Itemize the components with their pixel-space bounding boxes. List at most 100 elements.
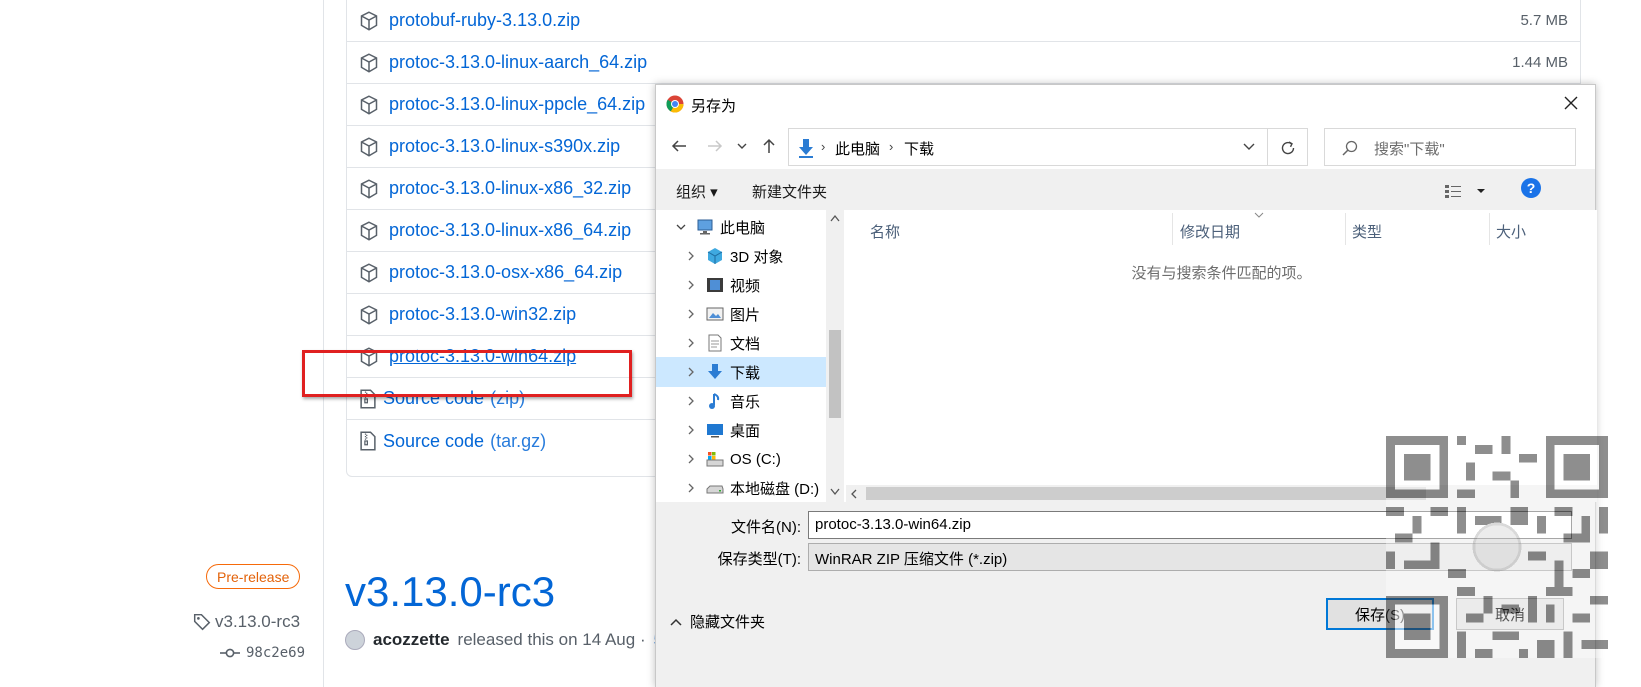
organize-button[interactable]: 组织 ▾ [676,181,718,202]
new-folder-button[interactable]: 新建文件夹 [752,181,827,202]
asset-link[interactable]: protoc-3.13.0-linux-x86_64.zip [389,220,631,241]
tree-item-videos[interactable]: 视频 [656,270,826,300]
up-arrow-icon[interactable] [760,137,778,155]
column-header-size[interactable]: 大小 [1496,221,1526,242]
search-icon [1342,140,1358,156]
screen: protobuf-ruby-3.13.0.zip 5.7 MB protoc-3… [0,0,1641,687]
package-icon [360,262,378,283]
tree-scrollbar[interactable] [826,210,844,502]
column-header-modified[interactable]: 修改日期 [1180,221,1240,242]
package-icon [360,52,378,73]
breadcrumb-this-pc[interactable]: 此电脑 [835,138,880,159]
prerelease-badge: Pre-release [206,564,301,589]
asset-row: protobuf-ruby-3.13.0.zip 5.7 MB [347,0,1580,42]
tree-item-os-c[interactable]: OS (C:) [656,444,826,474]
empty-message: 没有与搜索条件匹配的项。 [1131,265,1312,282]
help-icon[interactable]: ? [1520,177,1542,199]
asset-link[interactable]: protoc-3.13.0-osx-x86_64.zip [389,262,622,283]
tree-label: OS (C:) [730,450,781,468]
close-icon[interactable] [1561,93,1581,113]
commit-icon [220,648,240,658]
tree-item-this-pc[interactable]: 此电脑 [656,212,826,242]
dialog-title: 另存为 [691,98,737,115]
sort-indicator-icon [1254,212,1264,218]
qr-code-watermark [1386,436,1608,658]
avatar[interactable] [345,630,365,650]
video-icon [707,278,723,292]
tree-scroll-thumb[interactable] [829,330,841,418]
chevron-right-icon[interactable] [686,425,696,435]
chevron-right-icon[interactable] [686,309,696,319]
source-code-kind: (tar.gz) [490,430,547,451]
scroll-up-icon[interactable] [830,214,840,222]
dialog-titlebar[interactable]: 另存为 [656,85,1595,123]
hide-folders-toggle[interactable]: 隐藏文件夹 [670,611,765,632]
asset-link[interactable]: protoc-3.13.0-linux-aarch_64.zip [389,52,647,73]
package-icon [360,304,378,325]
asset-row: protoc-3.13.0-linux-aarch_64.zip 1.44 MB [347,42,1580,84]
chevron-right-icon[interactable] [686,367,696,377]
address-bar[interactable]: › 此电脑 › 下载 [788,128,1268,166]
tag-label: v3.13.0-rc3 [215,612,301,631]
asset-link[interactable]: protoc-3.13.0-win32.zip [389,304,576,325]
search-box[interactable]: 搜索"下载" [1324,128,1576,166]
asset-link[interactable]: protoc-3.13.0-linux-s390x.zip [389,136,620,157]
asset-link[interactable]: protoc-3.13.0-linux-ppcle_64.zip [389,94,645,115]
release-title[interactable]: v3.13.0-rc3 [345,568,555,616]
column-divider[interactable] [1489,213,1490,245]
tree-item-3d-objects[interactable]: 3D 对象 [656,241,826,271]
dialog-toolbar: 组织 ▾ 新建文件夹 ? [656,169,1595,210]
filename-label: 文件名(N): [731,519,801,536]
chevron-right-icon[interactable] [686,338,696,348]
cube-icon [707,248,723,264]
chevron-down-icon[interactable] [676,222,686,232]
chevron-right-icon[interactable] [686,454,696,464]
release-date-text: released this on 14 Aug · [457,630,646,649]
package-icon [360,178,378,199]
view-options-icon[interactable] [1443,182,1497,200]
tree-item-pictures[interactable]: 图片 [656,299,826,329]
navigation-tree: 此电脑 3D 对象 视频 图片 文档 下载 音乐 桌面 OS (C:) 本地磁盘… [656,210,844,502]
chevron-right-icon[interactable] [686,280,696,290]
filetype-label: 保存类型(T): [717,551,801,568]
release-commit[interactable]: 98c2e69 [220,645,305,661]
chevron-down-icon[interactable] [1243,143,1255,151]
desktop-icon [707,424,723,438]
tree-item-desktop[interactable]: 桌面 [656,415,826,445]
column-header-name[interactable]: 名称 [870,221,900,242]
asset-link[interactable]: protoc-3.13.0-linux-x86_32.zip [389,178,631,199]
chevron-right-icon[interactable] [686,251,696,261]
column-divider[interactable] [1172,213,1173,245]
chrome-icon [666,95,684,113]
source-code-link[interactable]: Source code [383,431,484,452]
tag-icon [193,613,211,631]
column-header-type[interactable]: 类型 [1352,221,1382,242]
tree-item-documents[interactable]: 文档 [656,328,826,358]
tree-item-downloads[interactable]: 下载 [656,357,826,387]
scroll-down-icon[interactable] [830,488,840,496]
forward-arrow-icon[interactable] [706,137,724,155]
release-tag[interactable]: v3.13.0-rc3 [193,612,300,632]
refresh-button[interactable] [1268,128,1308,166]
hide-folders-label: 隐藏文件夹 [690,614,766,631]
column-divider[interactable] [1345,213,1346,245]
breadcrumb-separator: › [821,139,826,154]
breadcrumb-separator: › [889,139,894,154]
back-arrow-icon[interactable] [670,137,688,155]
recent-locations-chevron-icon[interactable] [736,137,748,155]
breadcrumb-downloads[interactable]: 下载 [904,138,934,159]
chevron-right-icon[interactable] [686,396,696,406]
asset-link[interactable]: protobuf-ruby-3.13.0.zip [389,10,580,31]
tree-item-music[interactable]: 音乐 [656,386,826,416]
release-author[interactable]: acozzette [373,630,450,650]
music-icon [709,393,720,409]
horizontal-scroll-thumb[interactable] [866,487,1426,500]
tree-label: 文档 [730,335,761,353]
scroll-left-icon[interactable] [850,489,858,499]
tree-item-local-disk-d[interactable]: 本地磁盘 (D:) [656,473,826,502]
chevron-right-icon[interactable] [686,483,696,493]
picture-icon [706,307,724,321]
drive-icon [706,452,724,467]
tree-label: 3D 对象 [730,248,784,266]
svg-text:?: ? [1527,180,1536,196]
